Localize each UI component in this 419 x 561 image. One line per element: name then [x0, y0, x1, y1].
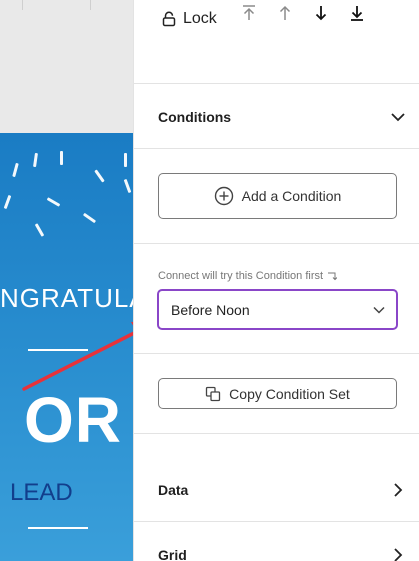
copy-condition-label: Copy Condition Set: [229, 385, 350, 402]
chevron-down-icon: [373, 306, 385, 314]
confetti-shape: [124, 153, 127, 167]
bring-to-front-icon: [243, 5, 255, 20]
arrange-toolbar: Lock: [134, 0, 419, 84]
copy-icon: [206, 386, 221, 401]
canvas-ruler: [0, 0, 133, 10]
add-condition-row: Add a Condition: [134, 149, 419, 244]
data-title: Data: [158, 481, 189, 498]
condition-priority-hint: Connect will try this Condition first: [158, 270, 338, 282]
preview-headline: NGRATULA: [0, 283, 133, 313]
conditions-section-header[interactable]: Conditions: [134, 85, 419, 149]
add-condition-label: Add a Condition: [241, 188, 342, 204]
confetti-shape: [33, 152, 38, 168]
confetti-shape: [12, 162, 19, 178]
lock-label: Lock: [183, 10, 217, 27]
confetti-shape: [34, 223, 45, 237]
condition-hint-text: Connect will try this Condition first: [158, 270, 324, 282]
properties-panel: Lock Conditions Add a Condition Connect …: [133, 0, 419, 561]
condition-select-value: Before Noon: [171, 301, 250, 318]
copy-condition-set-button[interactable]: Copy Condition Set: [158, 378, 397, 409]
chevron-right-icon: [394, 482, 403, 497]
arrow-down-icon: [315, 6, 327, 21]
confetti-shape: [46, 197, 61, 207]
copy-condition-row: Copy Condition Set: [134, 354, 419, 434]
ruler-tick: [22, 0, 23, 10]
preview-subtitle: LEAD: [10, 479, 73, 506]
condition-select[interactable]: Before Noon: [157, 289, 398, 330]
grid-title: Grid: [158, 547, 187, 561]
preview-divider: [28, 527, 88, 529]
conditions-title: Conditions: [158, 108, 232, 125]
arrow-up-icon: [279, 5, 291, 20]
plus-circle-icon: [214, 186, 233, 206]
send-backward-button[interactable]: [310, 2, 332, 24]
chevron-right-icon: [394, 548, 403, 561]
preview-divider: [28, 349, 88, 351]
add-condition-button[interactable]: Add a Condition: [158, 173, 397, 219]
send-to-back-button[interactable]: [346, 2, 368, 24]
corner-down-icon: [328, 272, 338, 281]
chevron-down-icon: [391, 112, 405, 121]
ruler-tick: [90, 0, 91, 10]
confetti-shape: [3, 194, 12, 210]
send-to-back-icon: [351, 6, 363, 21]
grid-section-header[interactable]: Grid: [134, 523, 419, 561]
bring-forward-button[interactable]: [274, 2, 296, 24]
confetti-shape: [82, 212, 97, 224]
confetti-shape: [94, 169, 105, 183]
data-section-header[interactable]: Data: [134, 458, 419, 522]
canvas-area: NGRATULA OR LEAD: [0, 0, 133, 561]
confetti-shape: [60, 151, 63, 165]
lock-icon: [161, 11, 177, 27]
lock-button[interactable]: Lock: [161, 10, 217, 28]
condition-row: Connect will try this Condition first Be…: [134, 244, 419, 354]
preview-big-word: OR: [24, 384, 122, 456]
bring-to-front-button[interactable]: [238, 2, 260, 24]
confetti-shape: [123, 178, 132, 194]
slide-preview[interactable]: NGRATULA OR LEAD: [0, 133, 133, 561]
